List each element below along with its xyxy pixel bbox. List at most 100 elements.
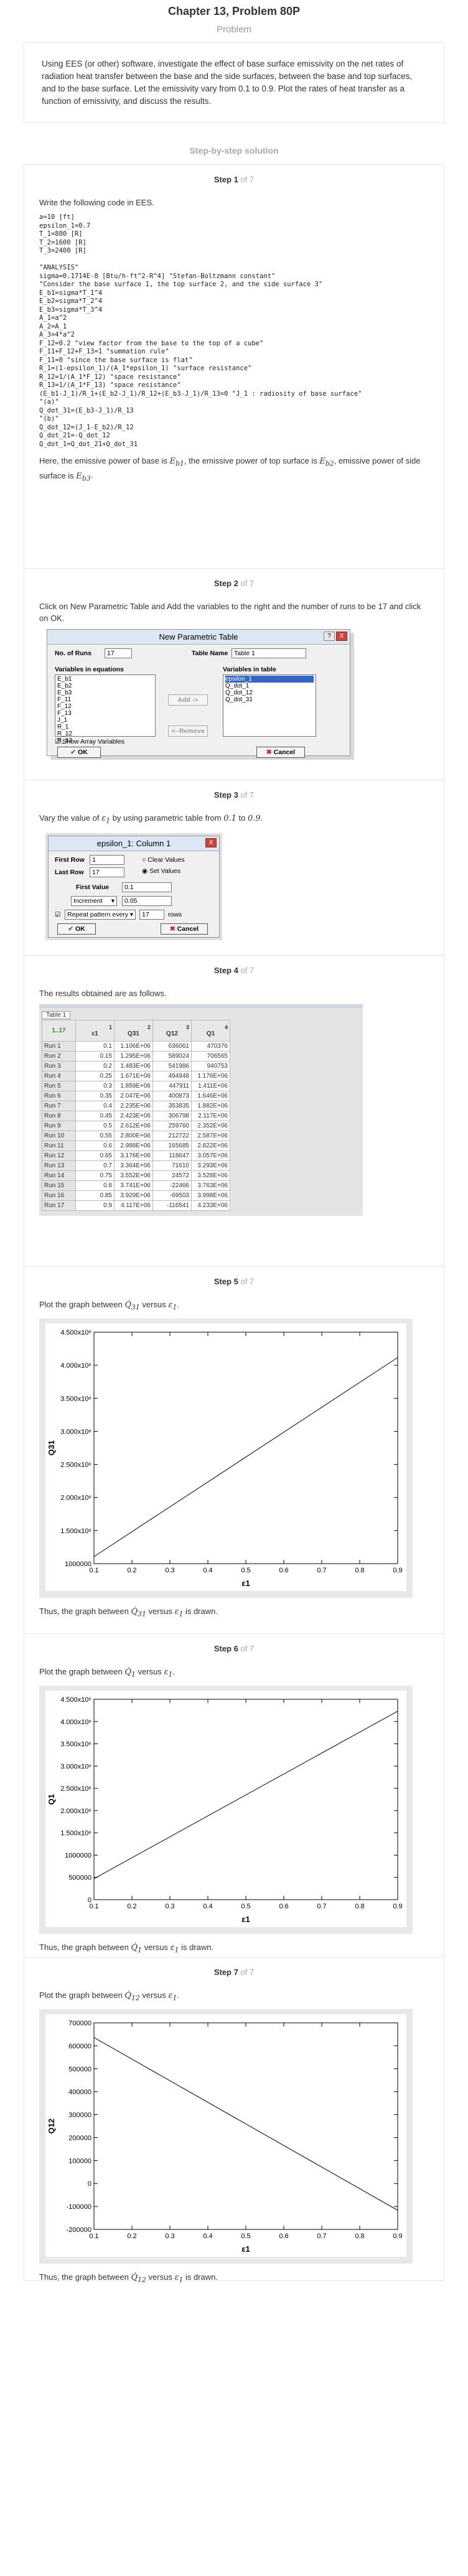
close-icon[interactable]: X xyxy=(205,838,217,847)
table-cell[interactable]: 0.6 xyxy=(75,1141,115,1151)
table-cell[interactable]: 1.671E+06 xyxy=(114,1071,153,1081)
runs-input[interactable]: 17 xyxy=(105,648,132,658)
table-cell[interactable]: 3.528E+06 xyxy=(191,1170,230,1181)
table-cell[interactable]: 541986 xyxy=(152,1061,192,1071)
column-header[interactable]: 1 ε1 xyxy=(75,1020,115,1042)
variable-table-item[interactable]: Q_dot_12 xyxy=(225,689,314,696)
table-cell[interactable]: 3.176E+06 xyxy=(114,1150,153,1161)
table-cell[interactable]: -69503 xyxy=(152,1190,192,1201)
table-cell[interactable]: 0.35 xyxy=(75,1091,115,1101)
cancel-button[interactable]: ✖ Cancel xyxy=(161,923,208,935)
column-header[interactable]: 2 Q31 xyxy=(114,1020,153,1042)
table-cell[interactable]: 0.8 xyxy=(75,1180,115,1191)
column-header[interactable]: 3 Q12 xyxy=(152,1020,192,1042)
table-cell[interactable]: 118647 xyxy=(152,1150,192,1161)
repeat-pattern-select[interactable]: Repeat pattern every ▾ xyxy=(65,909,136,920)
table-cell[interactable]: 212722 xyxy=(152,1131,192,1141)
table-cell[interactable]: 0.4 xyxy=(75,1101,115,1111)
table-cell[interactable]: 3.552E+06 xyxy=(114,1170,153,1181)
table-cell[interactable]: 0.85 xyxy=(75,1190,115,1201)
table-cell[interactable]: 0.1 xyxy=(75,1041,115,1052)
table-cell[interactable]: 2.117E+06 xyxy=(191,1111,230,1121)
table-cell[interactable]: 0.55 xyxy=(75,1131,115,1141)
remove-button[interactable]: <- Remove xyxy=(168,726,208,737)
set-values-radio[interactable]: ◉ Set Values xyxy=(142,867,180,875)
table-cell[interactable]: 2.235E+06 xyxy=(114,1101,153,1111)
table-cell[interactable]: 1.176E+06 xyxy=(191,1071,230,1081)
table-cell[interactable]: 589024 xyxy=(152,1051,192,1062)
table-cell[interactable]: 636061 xyxy=(152,1041,192,1052)
variable-equation-item[interactable]: J_1 xyxy=(57,717,153,724)
table-cell[interactable]: 165685 xyxy=(152,1141,192,1151)
table-cell[interactable]: 1.411E+06 xyxy=(191,1081,230,1091)
table-cell[interactable]: 3.293E+06 xyxy=(191,1160,230,1171)
table-cell[interactable]: 0.25 xyxy=(75,1071,115,1081)
table-cell[interactable]: 1.859E+06 xyxy=(114,1081,153,1091)
show-array-checkbox[interactable]: ☑ Show Array Variables xyxy=(55,738,124,745)
table-cell[interactable]: 0.15 xyxy=(75,1051,115,1062)
table-cell[interactable]: 940753 xyxy=(191,1061,230,1071)
table-cell[interactable]: 1.483E+06 xyxy=(114,1061,153,1071)
table-cell[interactable]: 0.2 xyxy=(75,1061,115,1071)
table-cell[interactable]: 2.612E+06 xyxy=(114,1121,153,1131)
variable-equation-item[interactable]: F_12 xyxy=(57,703,153,710)
vars-in-equations-list[interactable]: E_b1 E_b2 E_b3 F_11 F_12 F_13 J_1 R_1 R_12 R_13 xyxy=(55,674,156,744)
first-value-input[interactable]: 0.1 xyxy=(122,882,172,892)
table-cell[interactable]: 1.646E+06 xyxy=(191,1091,230,1101)
cancel-button[interactable]: ✖ Cancel xyxy=(256,747,305,758)
table-cell[interactable]: 2.587E+06 xyxy=(191,1131,230,1141)
table-tab[interactable]: Table 1 xyxy=(42,1011,71,1019)
table-cell[interactable]: 2.822E+06 xyxy=(191,1141,230,1151)
ok-button[interactable]: ✔ OK xyxy=(57,747,101,758)
table-cell[interactable]: 3.998E+06 xyxy=(191,1190,230,1201)
table-cell[interactable]: 306798 xyxy=(152,1111,192,1121)
variable-equation-item[interactable]: E_b3 xyxy=(57,689,153,696)
table-cell[interactable]: 0.5 xyxy=(75,1121,115,1131)
variable-equation-item[interactable]: E_b2 xyxy=(57,683,153,689)
close-icon[interactable]: X xyxy=(336,632,347,641)
table-cell[interactable]: 3.929E+06 xyxy=(114,1190,153,1201)
variable-table-item[interactable]: Q_dot_1 xyxy=(225,683,314,689)
table-cell[interactable]: -116541 xyxy=(152,1200,192,1211)
variable-equation-item[interactable]: F_11 xyxy=(57,696,153,703)
table-cell[interactable]: 3.763E+06 xyxy=(191,1180,230,1191)
first-row-input[interactable]: 1 xyxy=(90,854,124,865)
table-cell[interactable]: 4.233E+06 xyxy=(191,1200,230,1211)
table-cell[interactable]: 3.364E+06 xyxy=(114,1160,153,1171)
table-cell[interactable]: 3.057E+06 xyxy=(191,1150,230,1161)
table-cell[interactable]: 0.3 xyxy=(75,1081,115,1091)
table-cell[interactable]: 4.117E+06 xyxy=(114,1200,153,1211)
table-cell[interactable]: 470376 xyxy=(191,1041,230,1052)
variable-equation-item[interactable]: R_12 xyxy=(57,730,153,737)
table-cell[interactable]: 706565 xyxy=(191,1051,230,1062)
repeat-value-input[interactable]: 17 xyxy=(139,909,164,920)
table-cell[interactable]: 0.45 xyxy=(75,1111,115,1121)
variable-equation-item[interactable]: R_1 xyxy=(57,724,153,730)
table-cell[interactable]: 1.295E+06 xyxy=(114,1051,153,1062)
table-cell[interactable]: 2.800E+06 xyxy=(114,1131,153,1141)
column-header[interactable]: 4 Q1 xyxy=(191,1020,230,1042)
table-cell[interactable]: 24572 xyxy=(152,1170,192,1181)
ok-button[interactable]: ✔ OK xyxy=(57,923,96,935)
last-row-input[interactable]: 17 xyxy=(90,867,124,877)
table-cell[interactable]: 494948 xyxy=(152,1071,192,1081)
mode-select[interactable]: Increment ▾ xyxy=(71,895,117,906)
variable-table-item[interactable]: epsilon_1 xyxy=(225,676,314,683)
variable-table-item[interactable]: Q_dot_31 xyxy=(225,696,314,703)
variable-equation-item[interactable]: E_b1 xyxy=(57,676,153,683)
table-cell[interactable]: 400873 xyxy=(152,1091,192,1101)
repeat-checkbox[interactable]: ☑ xyxy=(55,911,60,918)
clear-values-radio[interactable]: ○ Clear Values xyxy=(142,856,185,864)
add-button[interactable]: Add -> xyxy=(168,694,208,706)
table-cell[interactable]: 2.047E+06 xyxy=(114,1091,153,1101)
table-cell[interactable]: 2.352E+06 xyxy=(191,1121,230,1131)
increment-input[interactable]: 0.05 xyxy=(122,895,172,906)
table-cell[interactable]: 353835 xyxy=(152,1101,192,1111)
table-cell[interactable]: 0.75 xyxy=(75,1170,115,1181)
table-cell[interactable]: 0.65 xyxy=(75,1150,115,1161)
vars-in-table-list[interactable]: epsilon_1 Q_dot_1 Q_dot_12 Q_dot_31 xyxy=(223,674,316,737)
table-cell[interactable]: 2.988E+06 xyxy=(114,1141,153,1151)
table-cell[interactable]: 0.7 xyxy=(75,1160,115,1171)
table-cell[interactable]: 0.9 xyxy=(75,1200,115,1211)
table-cell[interactable]: -22466 xyxy=(152,1180,192,1191)
